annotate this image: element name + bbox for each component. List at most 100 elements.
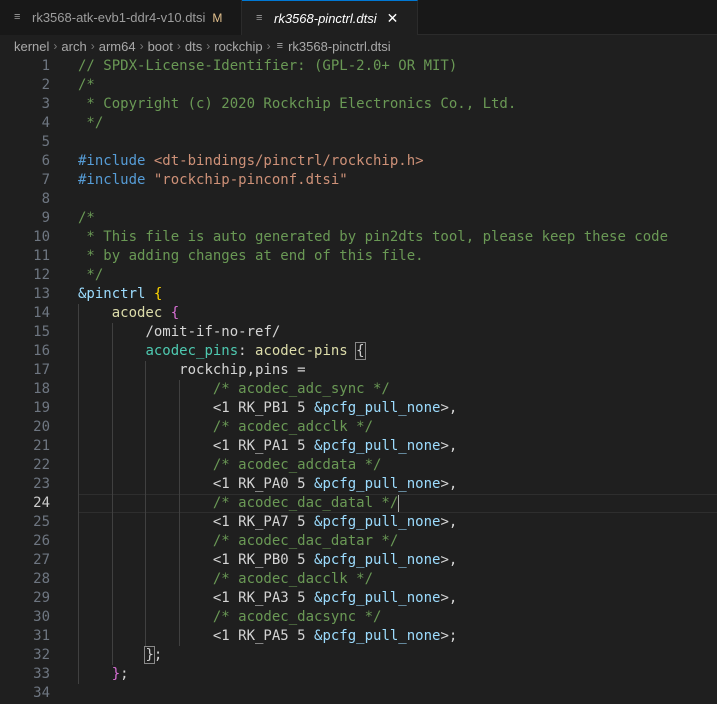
breadcrumb-item[interactable]: boot	[148, 39, 173, 54]
line-number: 4	[41, 115, 50, 131]
code-line[interactable]: 33 };	[0, 665, 717, 684]
code-text: * Copyright (c) 2020 Rockchip Electronic…	[78, 95, 516, 114]
code-line[interactable]: 26 /* acodec_dac_datar */	[0, 532, 717, 551]
breadcrumb-item[interactable]: rockchip	[214, 39, 262, 54]
breadcrumb-item[interactable]: arch	[61, 39, 86, 54]
code-line[interactable]: 13 &pinctrl {	[0, 285, 717, 304]
line-number: 13	[33, 286, 50, 302]
code-line[interactable]: 20 /* acodec_adcclk */	[0, 418, 717, 437]
code-token: >,	[440, 400, 458, 416]
breadcrumb-item[interactable]: rk3568-pinctrl.dtsi	[288, 39, 391, 54]
chevron-right-icon: ›	[53, 39, 58, 53]
code-line[interactable]: 12 */	[0, 266, 717, 285]
code-token: &pcfg_pull_none	[314, 476, 441, 492]
code-token: /* acodec_dac_datar */	[212, 533, 399, 549]
line-number: 8	[41, 191, 50, 207]
code-line[interactable]: 4 */	[0, 114, 717, 133]
line-number: 32	[33, 647, 50, 663]
code-token: <1 RK_PA5 5	[212, 628, 315, 644]
line-number: 20	[33, 419, 50, 435]
line-number: 18	[33, 381, 50, 397]
code-line[interactable]: 31 <1 RK_PA5 5 &pcfg_pull_none>;	[0, 627, 717, 646]
code-token: &pinctrl	[78, 286, 146, 302]
breadcrumb-item[interactable]: arm64	[99, 39, 136, 54]
code-token: /omit-if-no-ref/	[145, 324, 281, 340]
code-text: /* acodec_adc_sync */	[78, 380, 390, 399]
code-line[interactable]: 27 <1 RK_PB0 5 &pcfg_pull_none>,	[0, 551, 717, 570]
code-line[interactable]: 22 /* acodec_adcdata */	[0, 456, 717, 475]
code-text: acodec_pins: acodec-pins {	[78, 342, 366, 361]
code-text: /* acodec_adcclk */	[78, 418, 373, 437]
code-line[interactable]: 16 acodec_pins: acodec-pins {	[0, 342, 717, 361]
code-line[interactable]: 28 /* acodec_dacclk */	[0, 570, 717, 589]
code-line[interactable]: 11 * by adding changes at end of this fi…	[0, 247, 717, 266]
code-line[interactable]: 25 <1 RK_PA7 5 &pcfg_pull_none>,	[0, 513, 717, 532]
code-token: <1 RK_PA1 5	[212, 438, 315, 454]
code-line[interactable]: 2 /*	[0, 76, 717, 95]
code-line[interactable]: 24 /* acodec_dac_datal */	[0, 494, 717, 513]
code-token: {	[153, 286, 163, 302]
code-line[interactable]: 8	[0, 190, 717, 209]
code-token: <1 RK_PA0 5	[212, 476, 315, 492]
code-token: <dt-bindings/pinctrl/rockchip.h>	[153, 153, 424, 169]
breadcrumb-item[interactable]: kernel	[14, 39, 49, 54]
line-number: 1	[41, 58, 50, 74]
code-token: <1 RK_PA3 5	[212, 590, 315, 606]
code-token: <1 RK_PB1 5	[212, 400, 315, 416]
code-line[interactable]: 7 #include "rockchip-pinconf.dtsi"	[0, 171, 717, 190]
code-token: >,	[440, 476, 458, 492]
tab-rk3568-atk-evb1[interactable]: ≡ rk3568-atk-evb1-ddr4-v10.dtsi M	[0, 0, 242, 35]
code-line[interactable]: 29 <1 RK_PA3 5 &pcfg_pull_none>,	[0, 589, 717, 608]
tab-rk3568-pinctrl[interactable]: ≡ rk3568-pinctrl.dtsi ✕	[242, 0, 418, 36]
code-token: #include	[78, 153, 154, 169]
code-token: /* acodec_adcdata */	[212, 457, 382, 473]
code-token: */	[78, 115, 104, 131]
code-line[interactable]: 5	[0, 133, 717, 152]
line-number: 6	[41, 153, 50, 169]
code-token: &pcfg_pull_none	[314, 628, 441, 644]
code-line[interactable]: 30 /* acodec_dacsync */	[0, 608, 717, 627]
code-line[interactable]: 19 <1 RK_PB1 5 &pcfg_pull_none>,	[0, 399, 717, 418]
code-line[interactable]: 32 };	[0, 646, 717, 665]
code-editor[interactable]: 1 // SPDX-License-Identifier: (GPL-2.0+ O…	[0, 57, 717, 704]
code-token: }	[111, 666, 121, 682]
code-line[interactable]: 18 /* acodec_adc_sync */	[0, 380, 717, 399]
code-line[interactable]: 1 // SPDX-License-Identifier: (GPL-2.0+ O…	[0, 57, 717, 76]
code-line[interactable]: 9 /*	[0, 209, 717, 228]
lines-file-icon: ≡	[276, 40, 284, 52]
code-text: <1 RK_PA1 5 &pcfg_pull_none>,	[78, 437, 457, 456]
code-line[interactable]: 14 acodec {	[0, 304, 717, 323]
chevron-right-icon: ›	[206, 39, 211, 53]
line-number: 10	[33, 229, 50, 245]
line-number: 16	[33, 343, 50, 359]
code-text: /*	[78, 76, 95, 95]
code-line[interactable]: 21 <1 RK_PA1 5 &pcfg_pull_none>,	[0, 437, 717, 456]
code-line[interactable]: 10 * This file is auto generated by pin2…	[0, 228, 717, 247]
line-number: 15	[33, 324, 50, 340]
chevron-right-icon: ›	[266, 39, 271, 53]
code-line[interactable]: 23 <1 RK_PA0 5 &pcfg_pull_none>,	[0, 475, 717, 494]
code-line[interactable]: 3 * Copyright (c) 2020 Rockchip Electron…	[0, 95, 717, 114]
chevron-right-icon: ›	[176, 39, 181, 53]
code-text: acodec {	[78, 304, 179, 323]
code-line[interactable]: 6 #include <dt-bindings/pinctrl/rockchip.…	[0, 152, 717, 171]
code-token: <1 RK_PB0 5	[212, 552, 315, 568]
code-line[interactable]: 15 /omit-if-no-ref/	[0, 323, 717, 342]
code-text: /* acodec_adcdata */	[78, 456, 382, 475]
code-line[interactable]: 17 rockchip,pins =	[0, 361, 717, 380]
close-icon[interactable]: ✕	[387, 10, 399, 27]
code-token: /* acodec_dac_datal */	[212, 495, 399, 511]
code-token: /* acodec_adcclk */	[212, 419, 374, 435]
breadcrumb-item[interactable]: dts	[185, 39, 202, 54]
code-token: // SPDX-License-Identifier: (GPL-2.0+ OR…	[78, 58, 458, 74]
code-line[interactable]: 34	[0, 684, 717, 703]
